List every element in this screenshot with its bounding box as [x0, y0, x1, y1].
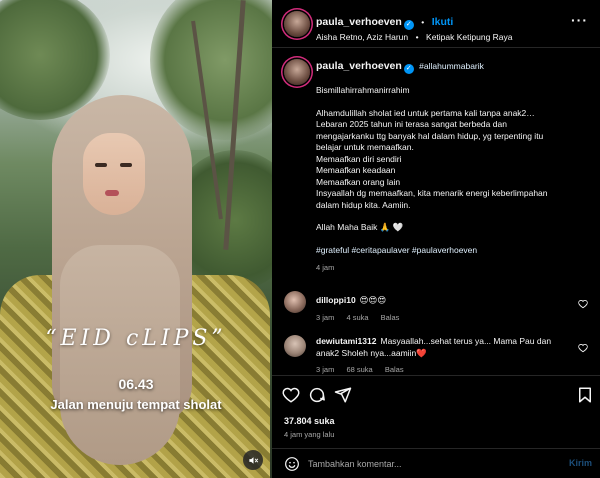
comment-avatar[interactable] [284, 291, 306, 313]
header-separator: • [415, 32, 419, 42]
caption-author-avatar[interactable] [284, 59, 310, 85]
video-person-mouth [105, 190, 119, 196]
comment-likes[interactable]: 4 suka [346, 313, 368, 322]
post-video[interactable]: “EID cLIPS” 06.43 Jalan menuju tempat sh… [0, 0, 272, 478]
caption-line: Insyaallah dg memaafkan, kita menarik en… [316, 188, 548, 198]
caption-hashtag-link[interactable]: #allahummabarik [419, 61, 484, 71]
caption-line: Memaafkan orang lain [316, 176, 401, 187]
comment-icon[interactable] [308, 386, 326, 404]
comment-item: dewiutami1312 Masyaallah...sehat terus ya… [284, 335, 594, 374]
header-separator: • [421, 17, 425, 27]
comment-username[interactable]: dilloppi10 [316, 295, 356, 305]
comment-reply-button[interactable]: Balas [385, 365, 404, 374]
comment-reply-button[interactable]: Balas [381, 313, 400, 322]
posted-time: 4 jam yang lalu [284, 430, 335, 439]
caption-line: Lebaran 2025 tahun ini terasa sangat ber… [316, 119, 507, 129]
caption-line: dalam hidup kita. Aamiin. [316, 199, 411, 210]
comment-input[interactable] [308, 455, 548, 473]
post-actions: 37.804 suka 4 jam yang lalu Kirim [272, 375, 600, 478]
caption-line: mengajarkanku ttg banyak hal dalam hidup… [316, 130, 544, 141]
comment-item: dilloppi10 😍😍😍 3 jam 4 suka Balas [284, 291, 594, 325]
emoji-icon[interactable] [284, 456, 300, 472]
comment-time: 3 jam [316, 313, 335, 322]
likes-count[interactable]: 37.804 suka [284, 416, 335, 426]
video-overlay-caption: Jalan menuju tempat sholat [50, 397, 222, 412]
comment-heart-icon[interactable] [578, 343, 588, 353]
video-overlay-time: 06.43 [118, 376, 154, 392]
location-link[interactable]: Ketipak Ketipung Raya [426, 32, 512, 42]
comment-meta: 3 jam 4 suka Balas [316, 313, 409, 322]
heart-icon[interactable] [282, 386, 300, 404]
verified-badge-icon: ✓ [403, 64, 414, 74]
bookmark-icon[interactable] [576, 386, 594, 404]
mute-button[interactable] [243, 450, 263, 470]
author-avatar[interactable] [284, 11, 310, 37]
video-person-eye [120, 163, 132, 167]
comments-scroll-area[interactable]: paula_verhoeven ✓ #allahummabarik Bismill… [272, 49, 600, 374]
post-side-panel: paula_verhoeven ✓ • Ikuti Aisha Retno, Az… [272, 0, 600, 478]
video-person-face [83, 133, 145, 215]
collaborators-link[interactable]: Aisha Retno, Aziz Harun [316, 32, 408, 42]
share-icon[interactable] [334, 386, 352, 404]
caption-line: Memaafkan diri sendiri [316, 153, 402, 164]
comment-body: 😍😍😍 [359, 295, 387, 305]
caption-header: paula_verhoeven ✓ #allahummabarik [316, 60, 484, 74]
caption-line: Alhamdulillah sholat ied untuk pertama k… [316, 107, 535, 118]
post-header: paula_verhoeven ✓ • Ikuti Aisha Retno, Az… [272, 0, 600, 48]
comment-username[interactable]: dewiutami1312 [316, 336, 376, 346]
caption-text: Bismillahirrahmanirrahim Alhamdulillah s… [316, 85, 586, 274]
caption-time: 4 jam [316, 263, 335, 272]
caption-line: Allah Maha Baik 🙏 🤍 [316, 222, 404, 232]
caption-line: Bismillahirrahmanirrahim [316, 85, 410, 95]
video-person [0, 95, 270, 478]
caption-hashtags[interactable]: #grateful #ceritapaulaver #paulaverhoeve… [316, 245, 586, 257]
video-person-hijab-drape [60, 245, 180, 465]
caption-username[interactable]: paula_verhoeven [316, 60, 402, 72]
comment-text: dewiutami1312 Masyaallah...sehat terus ya… [316, 336, 574, 359]
instagram-post-view: “EID cLIPS” 06.43 Jalan menuju tempat sh… [0, 0, 600, 478]
send-comment-button[interactable]: Kirim [569, 458, 592, 468]
speaker-muted-icon [248, 456, 258, 464]
more-options-icon[interactable]: ··· [571, 12, 588, 28]
comment-avatar[interactable] [284, 335, 306, 357]
comment-likes[interactable]: 68 suka [346, 365, 372, 374]
comment-time: 3 jam [316, 365, 335, 374]
comment-composer: Kirim [272, 448, 600, 478]
caption-line: Memaafkan keadaan [316, 165, 396, 175]
comment-meta: 3 jam 68 suka Balas [316, 365, 414, 374]
video-overlay-title: “EID cLIPS” [45, 326, 227, 351]
header-subline: Aisha Retno, Aziz Harun • Ketipak Ketipu… [316, 27, 513, 45]
comment-text: dilloppi10 😍😍😍 [316, 295, 574, 307]
caption-line: belajar untuk memaafkan. [316, 142, 414, 152]
video-person-eye [95, 163, 107, 167]
comment-heart-icon[interactable] [578, 299, 588, 309]
